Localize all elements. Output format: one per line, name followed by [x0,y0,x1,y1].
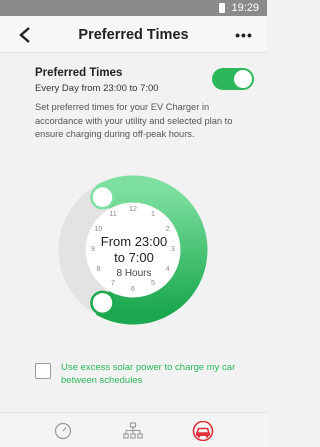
tab-car[interactable] [188,419,218,443]
tab-dashboard[interactable] [48,419,78,443]
tab-bar [0,412,267,447]
duration: 8 Hours [116,268,152,279]
clock-tick-label: 2 [165,225,170,233]
clock-tick-label: 1 [151,210,155,218]
solar-checkbox[interactable] [35,363,51,379]
clock-tick-label: 10 [94,225,103,233]
clock-tick-label: 7 [111,280,115,288]
start-time-handle[interactable] [90,184,115,210]
end-time-handle[interactable] [90,290,115,316]
clock-tick-label: 6 [131,285,135,293]
clock-tick-label: 5 [151,280,155,288]
clock-tick-label: 11 [109,210,117,218]
network-icon [123,422,143,439]
from-time: From 23:00 [100,234,168,249]
to-time: to 7:00 [114,250,154,265]
clock-tick-label: 12 [129,205,137,213]
solar-option-label[interactable]: Use excess solar power to charge my car … [61,361,251,387]
car-icon [192,421,214,441]
gauge-icon [54,422,72,440]
tab-network[interactable] [118,419,148,443]
